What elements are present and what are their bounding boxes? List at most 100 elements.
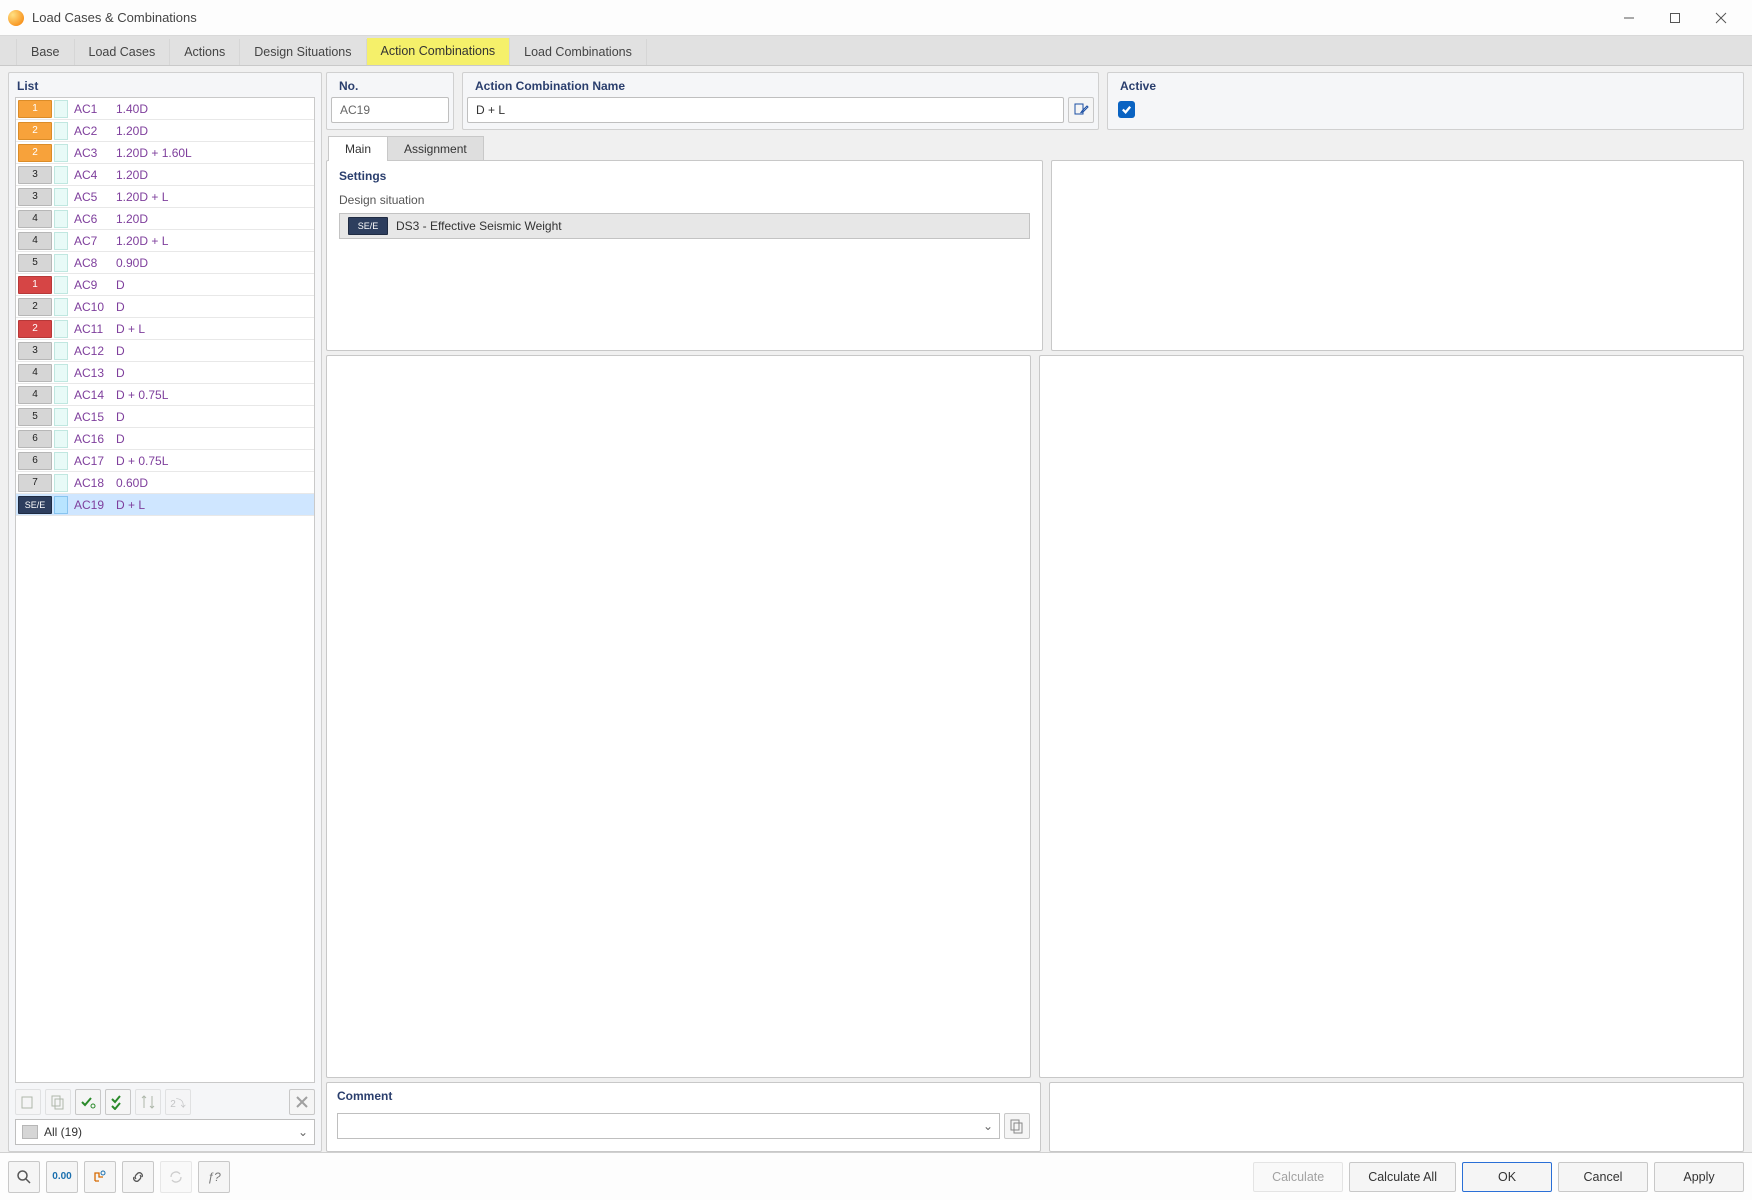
function-button[interactable]: ƒ? (198, 1161, 230, 1193)
sort-button[interactable] (135, 1089, 161, 1115)
units-button[interactable]: 0.00 (46, 1161, 78, 1193)
close-button[interactable] (1698, 3, 1744, 33)
list-badge: 3 (18, 342, 52, 360)
edit-name-button[interactable] (1068, 97, 1094, 123)
detail-subtabs: MainAssignment (328, 136, 1744, 161)
list-color-chip (54, 496, 68, 514)
list-row-ac10[interactable]: 2AC10D (16, 296, 314, 318)
list-desc: D + L (116, 498, 314, 512)
list-ac: AC16 (72, 432, 116, 446)
refresh-button[interactable] (160, 1161, 192, 1193)
comment-combo[interactable] (337, 1113, 1000, 1139)
list-panel: List 1AC11.40D2AC21.20D2AC31.20D + 1.60L… (8, 72, 322, 1152)
calculate-all-button[interactable]: Calculate All (1349, 1162, 1456, 1192)
list-row-ac3[interactable]: 2AC31.20D + 1.60L (16, 142, 314, 164)
list-row-ac14[interactable]: 4AC14D + 0.75L (16, 384, 314, 406)
list-row-ac5[interactable]: 3AC51.20D + L (16, 186, 314, 208)
list-desc: D (116, 300, 314, 314)
window-title: Load Cases & Combinations (32, 10, 1606, 25)
list-color-chip (54, 342, 68, 360)
list-ac: AC8 (72, 256, 116, 270)
list-color-chip (54, 232, 68, 250)
name-input[interactable]: D + L (467, 97, 1064, 123)
new-button[interactable] (15, 1089, 41, 1115)
subtab-main[interactable]: Main (328, 136, 388, 161)
check-some-button[interactable] (75, 1089, 101, 1115)
list-row-ac4[interactable]: 3AC41.20D (16, 164, 314, 186)
list-badge: 1 (18, 100, 52, 118)
list-color-chip (54, 144, 68, 162)
list-row-ac1[interactable]: 1AC11.40D (16, 98, 314, 120)
list-row-ac9[interactable]: 1AC9D (16, 274, 314, 296)
design-situation-select[interactable]: SE/E DS3 - Effective Seismic Weight (339, 213, 1030, 239)
list-row-ac13[interactable]: 4AC13D (16, 362, 314, 384)
list-desc: D (116, 344, 314, 358)
combination-tree-button[interactable] (84, 1161, 116, 1193)
list-ac: AC1 (72, 102, 116, 116)
list-row-ac16[interactable]: 6AC16D (16, 428, 314, 450)
list-row-ac7[interactable]: 4AC71.20D + L (16, 230, 314, 252)
list-badge: 5 (18, 254, 52, 272)
list-color-chip (54, 254, 68, 272)
comment-edit-button[interactable] (1004, 1113, 1030, 1139)
list-ac: AC9 (72, 278, 116, 292)
copy-button[interactable] (45, 1089, 71, 1115)
calculate-button[interactable]: Calculate (1253, 1162, 1343, 1192)
check-all-button[interactable] (105, 1089, 131, 1115)
list-row-ac19[interactable]: SE/EAC19D + L (16, 494, 314, 516)
titlebar: Load Cases & Combinations (0, 0, 1752, 36)
list-ac: AC12 (72, 344, 116, 358)
tab-actions[interactable]: Actions (170, 39, 240, 65)
tab-load-cases[interactable]: Load Cases (75, 39, 171, 65)
filter-label: All (19) (44, 1125, 82, 1139)
action-combo-list[interactable]: 1AC11.40D2AC21.20D2AC31.20D + 1.60L3AC41… (15, 97, 315, 1083)
list-badge: 4 (18, 386, 52, 404)
list-color-chip (54, 122, 68, 140)
list-desc: D (116, 410, 314, 424)
list-row-ac8[interactable]: 5AC80.90D (16, 252, 314, 274)
list-desc: 1.20D (116, 124, 314, 138)
delete-button[interactable] (289, 1089, 315, 1115)
list-color-chip (54, 298, 68, 316)
list-ac: AC3 (72, 146, 116, 160)
list-badge: 2 (18, 144, 52, 162)
tab-load-combinations[interactable]: Load Combinations (510, 39, 647, 65)
list-color-chip (54, 430, 68, 448)
list-badge: 2 (18, 298, 52, 316)
subtab-assignment[interactable]: Assignment (387, 136, 484, 161)
no-header: No. (331, 75, 449, 97)
renumber-button[interactable]: 2⤵ (165, 1089, 191, 1115)
search-icon-button[interactable] (8, 1161, 40, 1193)
list-color-chip (54, 210, 68, 228)
middle-left-panel (326, 355, 1031, 1078)
list-row-ac2[interactable]: 2AC21.20D (16, 120, 314, 142)
link-button[interactable] (122, 1161, 154, 1193)
list-row-ac11[interactable]: 2AC11D + L (16, 318, 314, 340)
apply-button[interactable]: Apply (1654, 1162, 1744, 1192)
list-filter-select[interactable]: All (19) (15, 1119, 315, 1145)
ds-badge: SE/E (348, 217, 388, 235)
list-badge: 7 (18, 474, 52, 492)
list-color-chip (54, 100, 68, 118)
list-row-ac17[interactable]: 6AC17D + 0.75L (16, 450, 314, 472)
tab-base[interactable]: Base (16, 39, 75, 65)
list-row-ac6[interactable]: 4AC61.20D (16, 208, 314, 230)
list-row-ac18[interactable]: 7AC180.60D (16, 472, 314, 494)
minimize-button[interactable] (1606, 3, 1652, 33)
no-input[interactable]: AC19 (331, 97, 449, 123)
ok-button[interactable]: OK (1462, 1162, 1552, 1192)
maximize-button[interactable] (1652, 3, 1698, 33)
list-row-ac12[interactable]: 3 AC12D (16, 340, 314, 362)
list-desc: D + L (116, 322, 314, 336)
active-checkbox[interactable] (1118, 101, 1135, 118)
list-ac: AC17 (72, 454, 116, 468)
tab-action-combinations[interactable]: Action Combinations (367, 38, 511, 65)
list-color-chip (54, 408, 68, 426)
comment-side-panel (1049, 1082, 1744, 1152)
settings-header: Settings (339, 169, 1030, 183)
cancel-button[interactable]: Cancel (1558, 1162, 1648, 1192)
tab-design-situations[interactable]: Design Situations (240, 39, 366, 65)
list-badge: 3 (18, 188, 52, 206)
list-row-ac15[interactable]: 5AC15D (16, 406, 314, 428)
list-ac: AC18 (72, 476, 116, 490)
